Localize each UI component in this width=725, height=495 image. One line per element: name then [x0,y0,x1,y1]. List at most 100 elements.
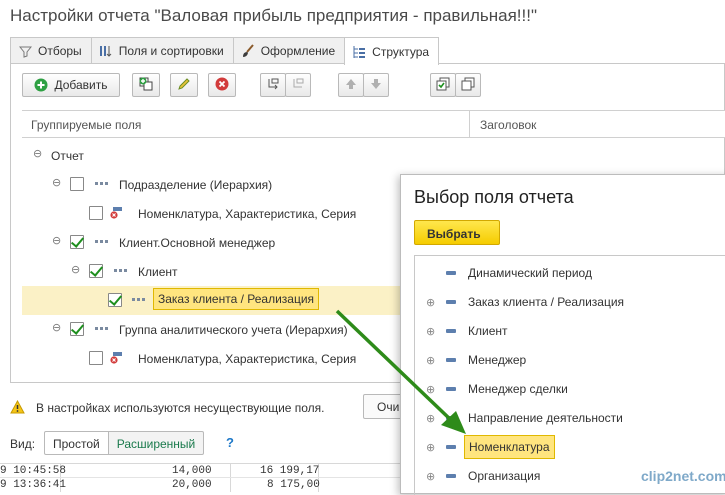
list-item-label: Организация [468,469,541,483]
fields-sort-icon [99,44,113,58]
field-icon [446,387,456,391]
list-item[interactable]: ⊕ Менеджер сделки [415,374,725,403]
filter-icon [18,44,32,58]
add-button-label: Добавить [54,78,108,92]
list-item-label: Направление деятельности [468,411,623,425]
collapse-icon[interactable]: ⊖ [33,149,42,160]
expand-icon[interactable]: ⊕ [426,441,435,454]
check-all-button[interactable] [430,73,456,97]
field-selection-popup: Выбор поля отчета Выбрать Динамический п… [400,174,725,495]
add-group-button[interactable] [132,73,160,97]
row-checkbox[interactable] [108,293,122,307]
list-item-label: Номенклатура [464,435,555,459]
grouping-icon [114,268,127,273]
tab-structure[interactable]: Структура [344,37,440,65]
collapse-icon[interactable]: ⊖ [52,178,61,189]
expand-icon[interactable]: ⊕ [426,325,435,338]
list-item-highlighted[interactable]: ⊕ Номенклатура [415,432,725,461]
tree-row-label: Подразделение (Иерархия) [119,178,273,192]
view-extended-button[interactable]: Расширенный [108,431,205,455]
missing-field-icon [110,352,122,364]
field-icon [446,329,456,333]
choose-button[interactable]: Выбрать [414,220,500,245]
row-checkbox[interactable] [70,322,84,336]
table-cell: 14,000 [172,465,212,477]
copy-icon [461,77,475,94]
list-item[interactable]: ⊕ Заказ клиента / Реализация [415,287,725,316]
move-up-button[interactable] [338,73,364,97]
list-item[interactable]: ⊕ Направление деятельности [415,403,725,432]
view-label: Вид: [10,437,36,451]
table-row: 9 10:45:58 14,000 16 199,17 [0,465,400,478]
move-out-group-button[interactable] [285,73,311,97]
warning-icon [10,399,25,417]
expand-icon[interactable]: ⊕ [426,383,435,396]
list-item[interactable]: ⊕ Клиент [415,316,725,345]
move-down-button[interactable] [363,73,389,97]
collapse-icon[interactable]: ⊖ [52,236,61,247]
row-checkbox[interactable] [70,235,84,249]
view-simple-button[interactable]: Простой [44,431,109,455]
field-icon [446,416,456,420]
collapse-icon[interactable]: ⊖ [71,265,80,276]
edit-icon [177,77,191,94]
background-table: 9 10:45:58 14,000 16 199,17 9 13:36:41 2… [0,463,400,492]
tab-label: Оформление [260,44,336,58]
add-button[interactable]: Добавить [22,73,120,97]
tab-appearance[interactable]: Оформление [232,37,346,64]
add-group-icon [138,76,154,95]
move-into-group-icon [266,77,280,94]
tree-row-label: Номенклатура, Характеристика, Серия [138,207,357,221]
collapse-icon[interactable]: ⊖ [52,323,61,334]
expand-icon[interactable]: ⊕ [426,296,435,309]
copy-button[interactable] [455,73,481,97]
tree-row-report[interactable]: ⊖ Отчет [22,141,725,170]
expand-icon[interactable]: ⊕ [426,412,435,425]
help-link[interactable]: ? [226,435,234,450]
list-item-label: Динамический период [468,266,592,280]
missing-field-icon [110,207,122,219]
tree-header: Группируемые поля Заголовок [22,110,725,138]
tree-row-label: Клиент.Основной менеджер [119,236,276,250]
row-checkbox[interactable] [89,264,103,278]
popup-title: Выбор поля отчета [414,187,574,207]
row-checkbox[interactable] [70,177,84,191]
move-into-group-button[interactable] [260,73,286,97]
expand-icon[interactable]: ⊕ [426,354,435,367]
expand-icon[interactable]: ⊕ [426,470,435,483]
field-icon [446,358,456,362]
move-up-icon [345,78,357,93]
tree-row-label: Заказ клиента / Реализация [153,288,320,310]
grouping-icon [132,297,145,302]
list-item-label: Менеджер [468,353,527,367]
tab-fields-sort[interactable]: Поля и сортировки [90,37,234,64]
structure-icon [352,45,366,59]
field-icon [446,474,456,478]
column-header-grouped-fields[interactable]: Группируемые поля [31,118,141,132]
tree-row-label: Клиент [138,265,178,279]
field-list: Динамический период ⊕ Заказ клиента / Ре… [414,255,725,495]
warning-text: В настройках используются несуществующие… [36,401,325,415]
tab-bar: Отборы Поля и сортировки Оформление Стру… [10,37,440,65]
column-divider[interactable] [469,111,470,138]
move-out-group-icon [291,77,305,94]
tab-label: Структура [372,44,430,59]
grouping-icon [95,326,108,331]
tab-filters[interactable]: Отборы [10,37,92,64]
list-item-label: Клиент [468,324,508,338]
add-icon [34,78,48,92]
row-checkbox[interactable] [89,206,103,220]
view-switch: Простой Расширенный [44,431,205,455]
list-item-label: Менеджер сделки [468,382,568,396]
list-item[interactable]: ⊕ Менеджер [415,345,725,374]
column-header-title[interactable]: Заголовок [480,118,536,132]
row-checkbox[interactable] [89,351,103,365]
tab-label: Поля и сортировки [118,44,224,58]
edit-button[interactable] [170,73,198,97]
tree-row-label: Номенклатура, Характеристика, Серия [138,352,357,366]
list-item[interactable]: Динамический период [415,258,725,287]
tab-label: Отборы [38,44,82,58]
table-cell: 16 199,17 [260,465,320,477]
delete-button[interactable] [208,73,236,97]
tree-row-label: Отчет [51,149,84,163]
